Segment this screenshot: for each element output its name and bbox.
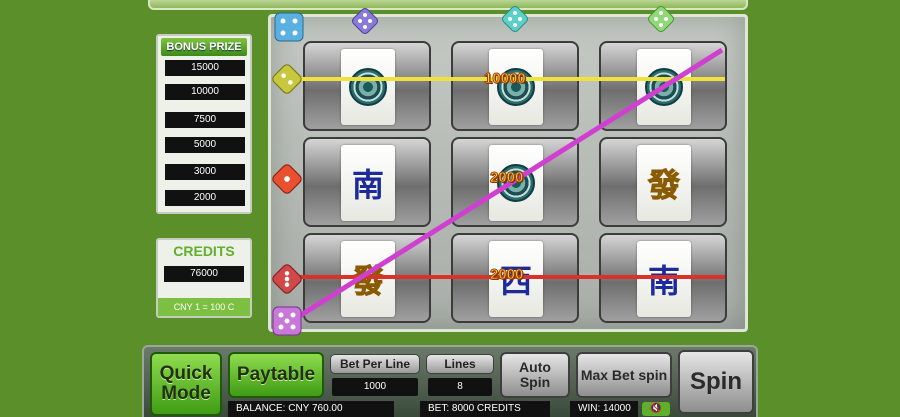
max-bet-spin-button[interactable]: Max Bet spin: [576, 352, 672, 398]
die-icon: [272, 306, 302, 336]
auto-spin-button[interactable]: Auto Spin: [500, 352, 570, 398]
die-icon: [648, 6, 674, 32]
win-display: WIN: 14000: [570, 401, 638, 417]
mute-icon[interactable]: 🔇: [642, 402, 670, 416]
die-icon: [274, 12, 304, 42]
die-icon: [272, 64, 302, 94]
win-amount: 2000: [489, 266, 524, 284]
die-icon: [272, 264, 302, 294]
die-icon: [272, 164, 302, 194]
balance-display: BALANCE: CNY 760.00: [228, 401, 394, 417]
lines-label: Lines: [426, 354, 494, 374]
paytable-button[interactable]: Paytable: [228, 352, 324, 398]
die-icon: [352, 8, 378, 34]
lines-value[interactable]: 8: [428, 378, 492, 396]
quick-mode-button[interactable]: Quick Mode: [150, 352, 222, 416]
bet-per-line-label: Bet Per Line: [330, 354, 420, 374]
win-amount: 10000: [484, 70, 527, 88]
bet-per-line-value[interactable]: 1000: [332, 378, 418, 396]
bet-display: BET: 8000 CREDITS: [420, 401, 550, 417]
win-amount: 2000: [489, 169, 524, 187]
die-icon: [502, 6, 528, 32]
spin-button[interactable]: Spin: [678, 350, 754, 414]
